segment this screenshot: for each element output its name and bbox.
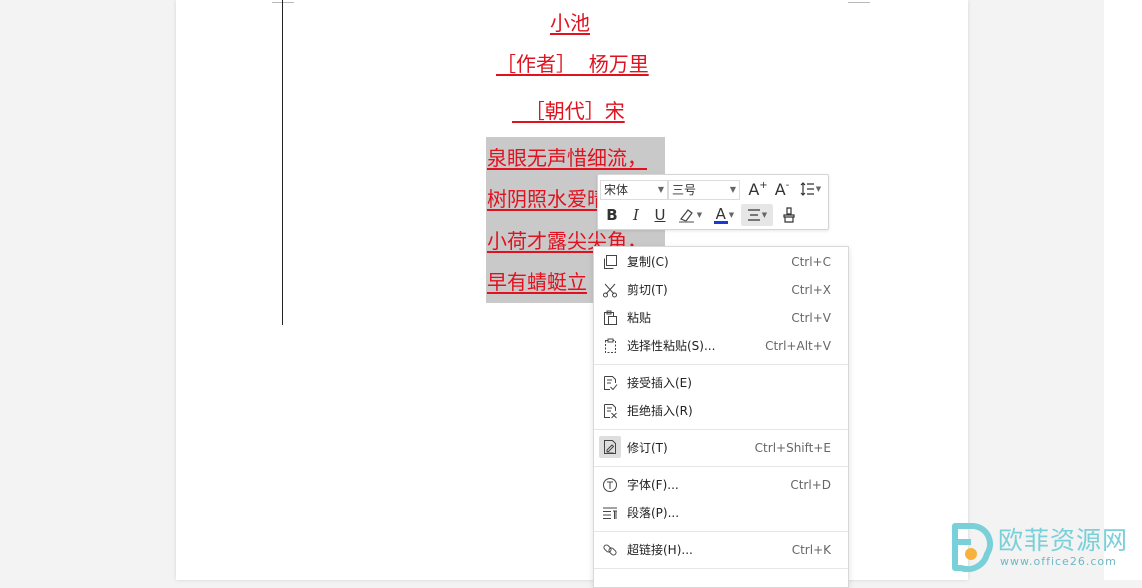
italic-glyph: I (633, 206, 639, 224)
menu-item-label: 段落(P)... (627, 506, 680, 520)
menu-item-cut[interactable]: 剪切(T) Ctrl+X (594, 276, 848, 304)
context-menu: 复制(C) Ctrl+C 剪切(T) Ctrl+X 粘贴 Ctrl+V 选择性粘… (593, 246, 849, 588)
page-corner-mark-left (272, 0, 294, 3)
chevron-down-icon: ▼ (657, 185, 664, 194)
menu-separator (594, 364, 848, 365)
watermark-title: 欧菲资源网 (998, 526, 1129, 555)
menu-item-copy[interactable]: 复制(C) Ctrl+C (594, 248, 848, 276)
shrink-font-glyph: A (774, 179, 786, 199)
hyperlink-icon (601, 541, 619, 559)
menu-item-shortcut: Ctrl+C (791, 255, 831, 269)
menu-separator (594, 429, 848, 430)
paste-special-icon (601, 337, 619, 355)
bold-glyph: B (606, 206, 618, 224)
menu-item-label: 超链接(H)... (627, 543, 693, 557)
menu-item-label: 粘贴 (627, 311, 652, 325)
menu-separator (594, 568, 848, 569)
menu-item-label: 复制(C) (627, 255, 669, 269)
watermark-url: www.office26.com (1000, 555, 1117, 568)
menu-item-label: 修订(T) (627, 441, 668, 455)
page-corner-mark-right (848, 0, 870, 3)
font-icon (601, 476, 619, 494)
italic-icon[interactable]: I (624, 204, 648, 226)
menu-item-reject-insert[interactable]: 拒绝插入(R) (594, 397, 848, 425)
line-spacing-icon[interactable]: ▼ (795, 178, 825, 200)
menu-item-shortcut: Ctrl+K (791, 543, 831, 557)
right-margin-strip (1104, 0, 1142, 580)
underline-glyph: U (654, 206, 666, 224)
menu-item-shortcut: Ctrl+V (791, 311, 831, 325)
watermark-logo-icon (941, 520, 994, 573)
menu-item-font[interactable]: 字体(F)... Ctrl+D (594, 471, 848, 499)
menu-separator (594, 466, 848, 467)
menu-item-paste-special[interactable]: 选择性粘贴(S)... Ctrl+Alt+V (594, 332, 848, 360)
revision-change-bar (282, 0, 283, 325)
poem-line-1[interactable]: 泉眼无声惜细流， (487, 146, 647, 170)
menu-item-paragraph[interactable]: 段落(P)... (594, 499, 848, 527)
font-color-icon[interactable]: A ▼ (710, 204, 738, 226)
shrink-font-icon[interactable]: A- (770, 178, 794, 200)
font-size-value: 三号 (672, 183, 697, 197)
poem-title[interactable]: 小池 (550, 11, 590, 35)
format-painter-icon[interactable] (777, 204, 801, 226)
menu-item-shortcut: Ctrl+D (790, 478, 831, 492)
menu-item-shortcut: Ctrl+X (791, 283, 831, 297)
highlight-icon[interactable]: ▼ (674, 204, 706, 226)
menu-item-shortcut: Ctrl+Shift+E (754, 441, 831, 455)
cut-icon (601, 281, 619, 299)
font-name-select[interactable]: 宋体 ▼ (600, 180, 668, 200)
menu-item-label: 拒绝插入(R) (627, 404, 693, 418)
poem-line-4[interactable]: 早有蜻蜓立 (487, 270, 587, 294)
menu-separator (594, 531, 848, 532)
copy-icon (601, 253, 619, 271)
menu-item-track-changes[interactable]: 修订(T) Ctrl+Shift+E (594, 434, 848, 462)
track-changes-icon (599, 436, 621, 458)
menu-item-accept-insert[interactable]: 接受插入(E) (594, 369, 848, 397)
paragraph-icon (601, 504, 619, 522)
floating-format-toolbar: 宋体 ▼ 三号 ▼ A + A- ▼ B I U ▼ A ▼ ▼ (597, 174, 829, 230)
grow-font-glyph: A (748, 179, 760, 199)
menu-item-paste[interactable]: 粘贴 Ctrl+V (594, 304, 848, 332)
accept-insert-icon (601, 374, 619, 392)
grow-font-icon[interactable]: A + (746, 178, 770, 200)
paste-icon (601, 309, 619, 327)
chevron-down-icon: ▼ (729, 185, 736, 194)
poem-author-line[interactable]: ［作者］ 杨万里 (496, 52, 649, 76)
font-name-value: 宋体 (604, 183, 629, 197)
menu-item-shortcut: Ctrl+Alt+V (765, 339, 831, 353)
bold-icon[interactable]: B (600, 204, 624, 226)
align-icon[interactable]: ▼ (741, 204, 773, 226)
font-size-select[interactable]: 三号 ▼ (668, 180, 740, 200)
poem-line-2[interactable]: 树阴照水爱晴 (487, 187, 607, 211)
menu-item-hyperlink[interactable]: 超链接(H)... Ctrl+K (594, 536, 848, 564)
menu-item-label: 选择性粘贴(S)... (627, 339, 716, 353)
underline-icon[interactable]: U (648, 204, 672, 226)
menu-item-label: 字体(F)... (627, 478, 679, 492)
font-color-glyph: A (715, 204, 726, 223)
poem-dynasty-line[interactable]: ［朝代］宋 (512, 99, 625, 123)
menu-item-label: 剪切(T) (627, 283, 668, 297)
menu-item-label: 接受插入(E) (627, 376, 692, 390)
reject-insert-icon (601, 402, 619, 420)
